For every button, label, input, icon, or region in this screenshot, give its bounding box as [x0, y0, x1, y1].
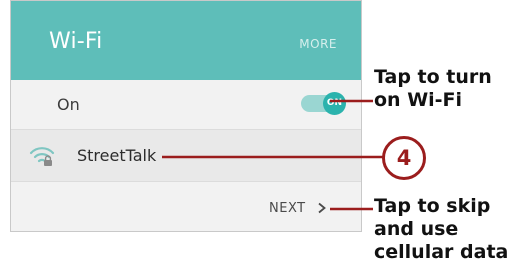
callout-skip-cellular: Tap to skip and use cellular data [374, 195, 508, 264]
callout-text: on Wi-Fi [374, 89, 463, 111]
callout-text: Tap to skip [374, 195, 491, 217]
step-number-badge: 4 [382, 136, 426, 180]
callout-text: Tap to turn [374, 66, 492, 88]
callout-turn-on-wifi: Tap to turn on Wi-Fi [374, 66, 492, 112]
callout-text: and use [374, 218, 459, 240]
callout-text: cellular data [374, 241, 509, 263]
